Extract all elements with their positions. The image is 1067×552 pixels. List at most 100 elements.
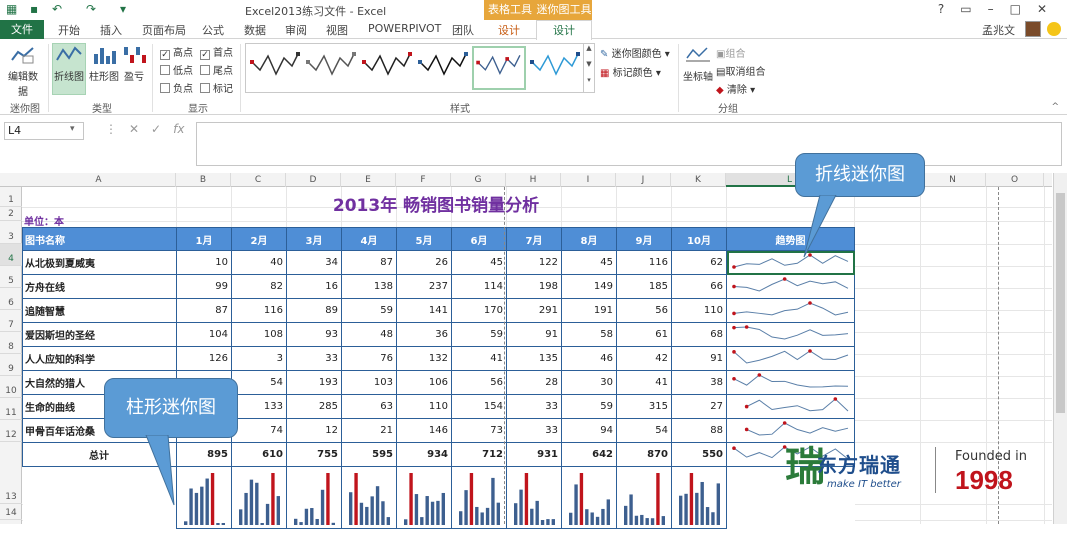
column-header[interactable]: J	[616, 173, 671, 187]
value-cell[interactable]: 116	[231, 298, 287, 323]
gallery-up-icon[interactable]: ▲	[583, 44, 594, 60]
row-header[interactable]: 8	[0, 332, 22, 354]
trend-cell[interactable]	[726, 322, 855, 347]
value-cell[interactable]: 61	[616, 322, 672, 347]
value-cell[interactable]: 198	[506, 274, 562, 299]
row-header[interactable]: 7	[0, 310, 22, 332]
user-name[interactable]: 孟兆文	[982, 22, 1015, 38]
trend-cell[interactable]	[726, 418, 855, 443]
value-cell[interactable]: 114	[451, 274, 507, 299]
redo-icon[interactable]: ↷	[86, 2, 96, 16]
table-header-cell[interactable]: 3月	[286, 227, 342, 251]
value-cell[interactable]: 59	[341, 298, 397, 323]
trend-cell[interactable]	[726, 274, 855, 299]
value-cell[interactable]: 27	[671, 394, 727, 419]
row-header[interactable]: 6	[0, 288, 22, 310]
column-header[interactable]: A	[22, 173, 176, 187]
value-cell[interactable]: 315	[616, 394, 672, 419]
value-cell[interactable]: 132	[396, 346, 452, 371]
value-cell[interactable]: 74	[231, 418, 287, 443]
table-header-cell[interactable]: 9月	[616, 227, 672, 251]
value-cell[interactable]: 59	[451, 322, 507, 347]
tab-file[interactable]: 文件	[0, 20, 44, 39]
book-name-cell[interactable]: 从北极到夏威夷	[22, 250, 177, 275]
column-header[interactable]: K	[671, 173, 726, 187]
value-cell[interactable]: 46	[561, 346, 617, 371]
first-point-checkbox[interactable]: ✓ 首点	[200, 44, 233, 60]
value-cell[interactable]: 104	[176, 322, 232, 347]
total-cell[interactable]: 712	[451, 442, 507, 467]
value-cell[interactable]: 42	[616, 346, 672, 371]
column-header[interactable]: H	[506, 173, 561, 187]
collapse-ribbon-icon[interactable]: ^	[1051, 102, 1059, 112]
value-cell[interactable]: 82	[231, 274, 287, 299]
column-header[interactable]: G	[451, 173, 506, 187]
table-header-cell[interactable]: 10月	[671, 227, 727, 251]
value-cell[interactable]: 141	[396, 298, 452, 323]
line-type-button[interactable]: 折线图	[52, 43, 86, 95]
column-sparkline-cell[interactable]	[231, 466, 287, 529]
row-header[interactable]: 13	[0, 442, 22, 504]
gallery-more-icon[interactable]: ▾	[583, 76, 594, 92]
save-icon[interactable]: ▪	[30, 2, 38, 16]
value-cell[interactable]: 285	[286, 394, 342, 419]
markers-checkbox[interactable]: 标记	[200, 80, 233, 95]
value-cell[interactable]: 21	[341, 418, 397, 443]
total-cell[interactable]: 642	[561, 442, 617, 467]
table-header-cell[interactable]: 4月	[341, 227, 397, 251]
column-sparkline-cell[interactable]	[616, 466, 672, 529]
value-cell[interactable]: 45	[561, 250, 617, 275]
column-header[interactable]: O	[986, 173, 1044, 187]
row-header[interactable]: 10	[0, 376, 22, 398]
value-cell[interactable]: 106	[396, 370, 452, 395]
book-name-cell[interactable]: 方舟在线	[22, 274, 177, 299]
row-header[interactable]: 1	[0, 187, 22, 207]
value-cell[interactable]: 126	[176, 346, 232, 371]
value-cell[interactable]: 89	[286, 298, 342, 323]
value-cell[interactable]: 56	[616, 298, 672, 323]
total-cell[interactable]: 610	[231, 442, 287, 467]
value-cell[interactable]: 99	[176, 274, 232, 299]
value-cell[interactable]: 93	[286, 322, 342, 347]
value-cell[interactable]: 3	[231, 346, 287, 371]
edit-data-button[interactable]: 编辑数据	[4, 44, 42, 98]
tab-insert[interactable]: 插入	[100, 22, 122, 38]
window-controls[interactable]: ?▭–□✕	[938, 2, 1063, 16]
value-cell[interactable]: 59	[561, 394, 617, 419]
value-cell[interactable]: 63	[341, 394, 397, 419]
trend-cell[interactable]	[726, 394, 855, 419]
value-cell[interactable]: 87	[176, 298, 232, 323]
column-header[interactable]: D	[286, 173, 341, 187]
table-header-cell[interactable]: 1月	[176, 227, 232, 251]
value-cell[interactable]: 291	[506, 298, 562, 323]
column-sparkline-cell[interactable]	[451, 466, 507, 529]
tab-powerpivot[interactable]: POWERPIVOT	[368, 22, 441, 35]
column-sparkline-cell[interactable]	[561, 466, 617, 529]
tab-page-layout[interactable]: 页面布局	[142, 22, 186, 38]
row-header[interactable]: 5	[0, 266, 22, 288]
total-cell[interactable]: 895	[176, 442, 232, 467]
low-point-checkbox[interactable]: 低点	[160, 62, 193, 77]
row-header[interactable]: 12	[0, 420, 22, 442]
value-cell[interactable]: 33	[286, 346, 342, 371]
vertical-scrollbar[interactable]	[1053, 173, 1067, 524]
value-cell[interactable]: 103	[341, 370, 397, 395]
column-header[interactable]: N	[920, 173, 986, 187]
trend-cell[interactable]	[726, 298, 855, 323]
value-cell[interactable]: 91	[671, 346, 727, 371]
value-cell[interactable]: 66	[671, 274, 727, 299]
sparkline-color-button[interactable]: ✎ 迷你图颜色 ▾	[600, 45, 670, 60]
value-cell[interactable]: 191	[561, 298, 617, 323]
value-cell[interactable]: 154	[451, 394, 507, 419]
value-cell[interactable]: 54	[616, 418, 672, 443]
value-cell[interactable]: 40	[231, 250, 287, 275]
gallery-down-icon[interactable]: ▼	[583, 60, 594, 76]
value-cell[interactable]: 38	[671, 370, 727, 395]
total-cell[interactable]: 931	[506, 442, 562, 467]
table-header-cell[interactable]: 6月	[451, 227, 507, 251]
column-header[interactable]: E	[341, 173, 396, 187]
total-cell[interactable]: 934	[396, 442, 452, 467]
row-header[interactable]: 3	[0, 221, 22, 244]
tab-view[interactable]: 视图	[326, 22, 348, 38]
value-cell[interactable]: 170	[451, 298, 507, 323]
